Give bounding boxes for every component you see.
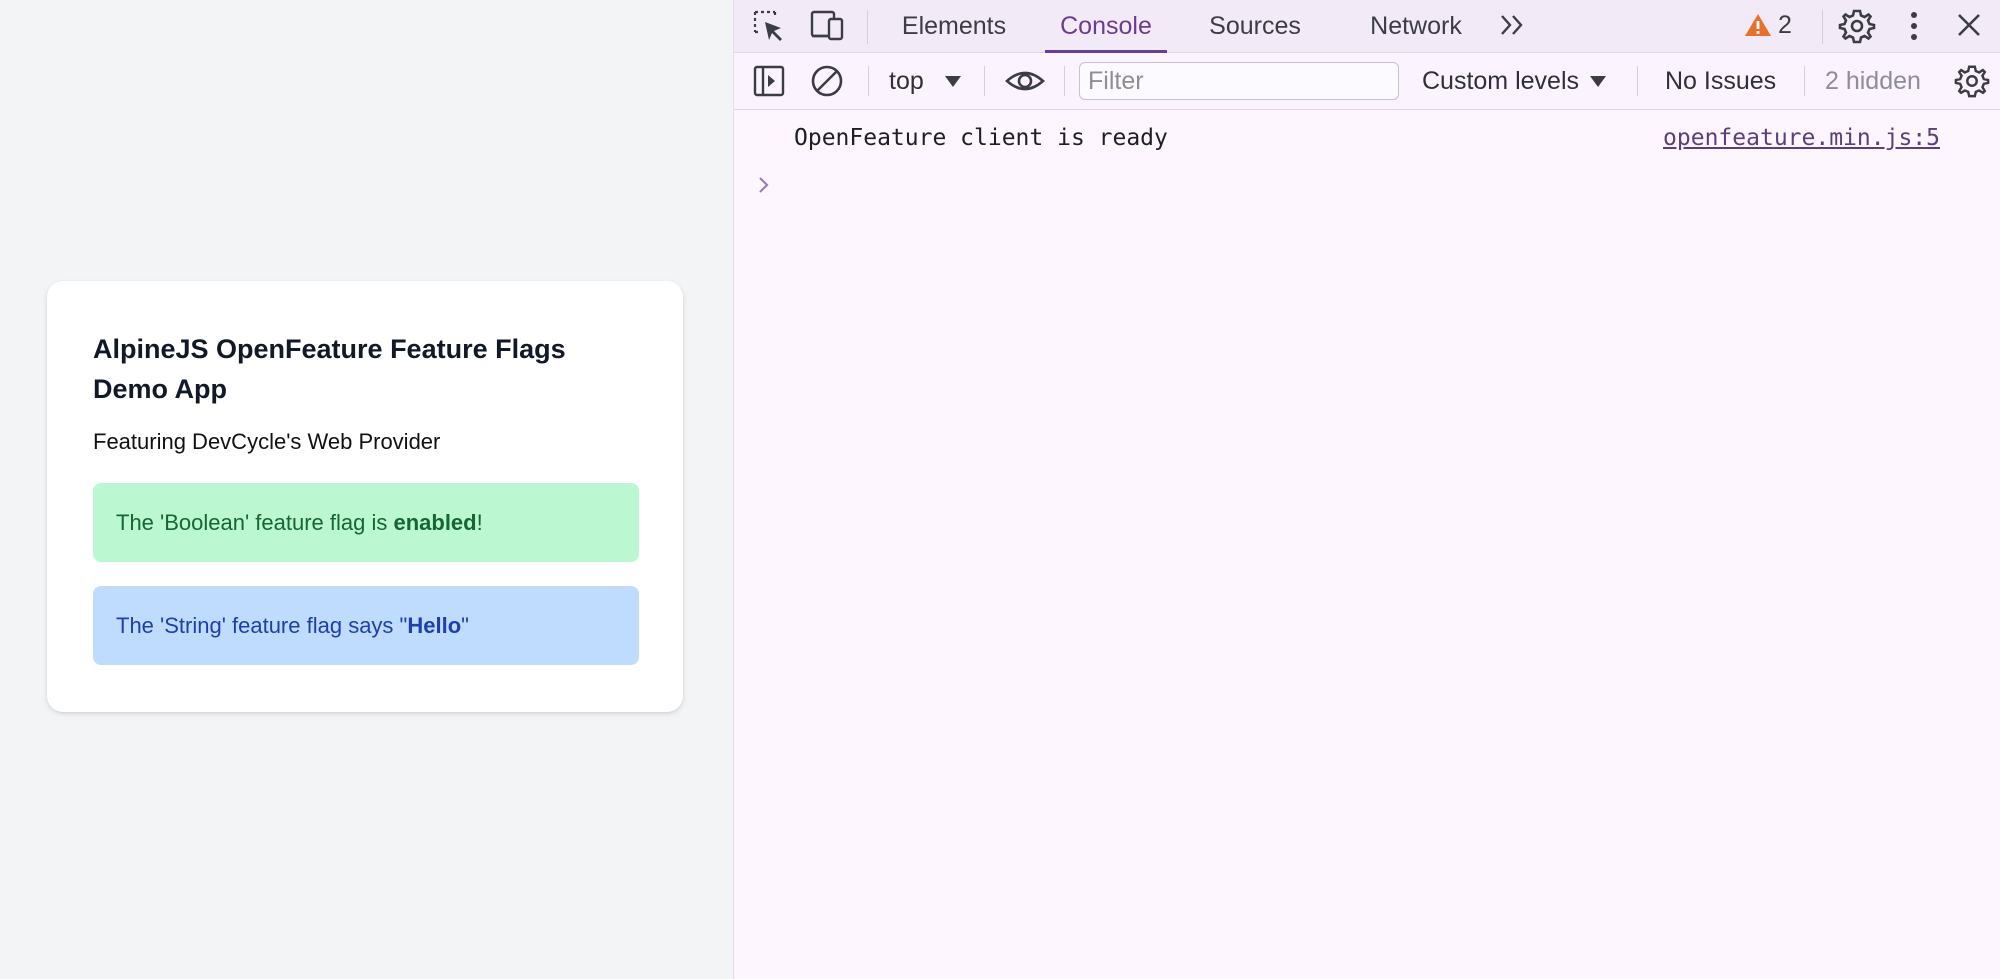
live-expression-eye-icon[interactable] — [1004, 64, 1046, 98]
context-selector-label: top — [889, 66, 924, 95]
boolean-flag-value: enabled — [393, 509, 477, 535]
more-tabs-chevron-icon[interactable] — [1497, 10, 1531, 40]
close-devtools-icon[interactable] — [1954, 10, 1984, 40]
page-title: AlpineJS OpenFeature Feature Flags Demo … — [93, 334, 566, 404]
log-levels-dropdown[interactable]: Custom levels — [1422, 62, 1607, 100]
console-settings-gear-icon[interactable] — [1954, 63, 1990, 99]
tab-elements[interactable]: Elements — [889, 0, 1019, 53]
tab-console-label: Console — [1060, 12, 1152, 40]
levels-dropdown-arrow-icon — [1590, 76, 1606, 87]
page-subtitle: Featuring DevCycle's Web Provider — [93, 429, 441, 454]
tab-network[interactable]: Network — [1360, 0, 1472, 53]
warnings-badge[interactable]: 2 — [1744, 10, 1792, 40]
demo-page: AlpineJS OpenFeature Feature Flags Demo … — [0, 0, 733, 979]
dropdown-arrow-icon — [944, 76, 961, 87]
devtools-panel: Elements Console Sources Network 2 top F… — [733, 0, 2000, 979]
string-flag-value: Hello — [407, 612, 462, 638]
warning-count: 2 — [1778, 10, 1792, 39]
devtools-tabbar: Elements Console Sources Network 2 — [734, 0, 2000, 53]
string-flag-prefix: The 'String' feature flag says " — [116, 612, 408, 638]
string-flag-alert: The 'String' feature flag says " Hello " — [93, 586, 639, 665]
tab-console[interactable]: Console — [1045, 0, 1167, 53]
boolean-flag-prefix: The 'Boolean' feature flag is — [116, 509, 394, 535]
console-filter-input[interactable] — [1079, 62, 1399, 100]
console-source-link[interactable]: openfeature.min.js:5 — [1663, 125, 1940, 151]
sidebar-toggle-icon[interactable] — [752, 64, 786, 98]
more-options-icon[interactable] — [1904, 8, 1924, 44]
issues-button[interactable]: No Issues — [1665, 62, 1776, 100]
console-prompt-chevron-icon[interactable] — [757, 174, 771, 196]
boolean-flag-alert: The 'Boolean' feature flag is enabled! — [93, 483, 639, 562]
console-message: OpenFeature client is ready — [794, 125, 1168, 151]
clear-console-icon[interactable] — [810, 64, 844, 98]
inspect-element-icon[interactable] — [751, 8, 787, 44]
demo-card: AlpineJS OpenFeature Feature Flags Demo … — [47, 281, 683, 712]
warning-icon — [1745, 14, 1771, 36]
device-toolbar-icon[interactable] — [809, 8, 847, 44]
context-selector[interactable]: top — [889, 62, 962, 100]
tab-sources[interactable]: Sources — [1190, 0, 1320, 53]
log-levels-label: Custom levels — [1422, 66, 1579, 95]
string-flag-suffix: " — [461, 612, 469, 638]
boolean-flag-suffix: ! — [476, 509, 483, 535]
hidden-count: 2 hidden — [1825, 66, 1921, 95]
settings-gear-icon[interactable] — [1838, 7, 1876, 45]
